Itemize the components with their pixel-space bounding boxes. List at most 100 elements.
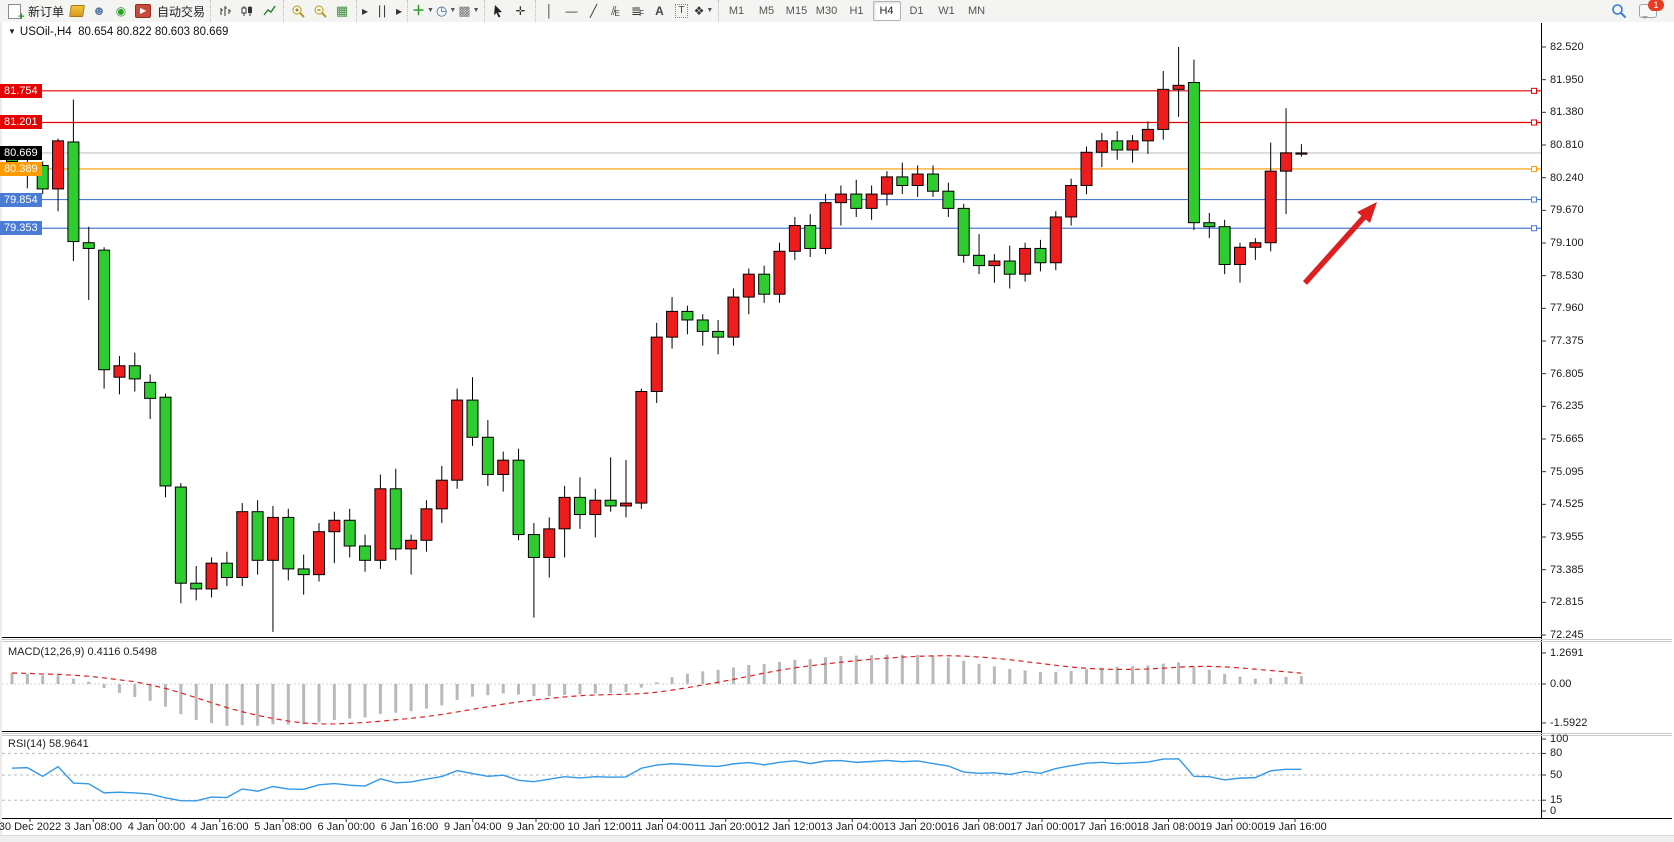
text-icon: A [655,2,664,20]
new-order-label[interactable]: 新订单 [28,3,64,20]
periods-button[interactable]: ◷▼ [436,2,456,20]
chart-canvas[interactable] [0,22,1674,841]
timeframe-button-d1[interactable]: D1 [903,1,931,21]
price-tag-80.669: 80.669 [0,146,42,160]
candle [252,512,263,561]
candle [421,509,432,540]
candle [1235,247,1246,264]
text-label-button[interactable]: T [672,2,692,20]
candle [145,382,156,398]
macd-axis-label: -1.5922 [1550,717,1587,729]
vertical-line-icon: │ [546,2,554,20]
zoom-out-button[interactable] [310,2,330,20]
time-axis-label: 19 Jan 16:00 [1263,821,1327,833]
price-axis-label: 72.245 [1550,629,1584,641]
bar-chart-button[interactable] [215,2,235,20]
timeframe-button-m30[interactable]: M30 [813,1,841,21]
auto-scroll-button[interactable]: ▸⎹ [361,2,381,20]
timeframe-button-w1[interactable]: W1 [933,1,961,21]
zoom-in-button[interactable] [288,2,308,20]
price-axis-label: 81.380 [1550,106,1584,118]
rsi-axis-label: 100 [1550,733,1568,745]
hline-handle[interactable] [1532,226,1537,231]
timeframe-button-m5[interactable]: M5 [753,1,781,21]
price-axis-label: 73.385 [1550,564,1584,576]
new-order-button[interactable]: + [4,2,24,20]
candle [1020,248,1031,274]
search-button[interactable] [1609,2,1629,20]
notification-badge: 1 [1648,0,1664,11]
toolbar-group-trade: + 新订单 ☻ ◉ ▶ 自动交易 [0,0,210,22]
rsi-axis-label: 0 [1550,805,1556,817]
candle [1127,141,1138,150]
price-tag-80.389: 80.389 [0,162,42,176]
time-axis-label: 19 Jan 00:00 [1200,821,1264,833]
book-icon [69,5,85,17]
candle [1004,261,1015,274]
market-book-button[interactable] [67,2,87,20]
candle [1158,89,1169,129]
toolbar-group-chart-type [210,0,283,22]
horizontal-line-icon: — [566,2,578,20]
trendline-button[interactable]: ╱ [584,2,604,20]
candle [651,337,662,391]
hline-handle[interactable] [1532,120,1537,125]
main-toolbar: + 新订单 ☻ ◉ ▶ 自动交易 ▦ ▸⎹ ⎸▸ ＋▼ ◷▼ ▩▼ ✛ │ — … [0,0,1674,23]
toolbar-group-scroll: ▸⎹ ⎸▸ [356,0,407,22]
hline-handle[interactable] [1532,166,1537,171]
notifications-button[interactable]: 1 [1638,2,1658,20]
candle [1081,152,1092,185]
cursor-button[interactable] [489,2,509,20]
autotrading-label[interactable]: 自动交易 [157,3,205,20]
chart-shift-button[interactable]: ⎸▸ [383,2,403,20]
rsi-axis-label: 50 [1550,769,1562,781]
crosshair-icon: ✛ [515,2,525,20]
timeframe-button-m15[interactable]: M15 [783,1,811,21]
tile-windows-button[interactable]: ▦ [332,2,352,20]
search-icon [1611,3,1627,19]
timeframe-button-h1[interactable]: H1 [843,1,871,21]
tile-windows-icon: ▦ [336,2,348,20]
candle [989,261,1000,266]
hline-handle[interactable] [1532,197,1537,202]
time-axis-label: 10 Jan 12:00 [567,821,631,833]
crosshair-button[interactable]: ✛ [511,2,531,20]
candle [1188,82,1199,222]
timeframe-button-mn[interactable]: MN [963,1,991,21]
timeframe-button-h4[interactable]: H4 [873,1,901,21]
candlestick-chart-button[interactable] [237,2,257,20]
candle [83,243,94,249]
candle [713,331,724,337]
time-axis-label: 13 Jan 20:00 [884,821,948,833]
time-axis-label: 30 Dec 2022 [0,821,61,833]
candle [897,177,908,186]
time-axis-label: 3 Jan 08:00 [65,821,123,833]
equidistant-channel-button[interactable]: ⫽E [606,2,626,20]
candle [406,540,417,549]
horizontal-line-button[interactable]: — [562,2,582,20]
user-icon: ☻ [92,2,106,20]
timeframe-button-m1[interactable]: M1 [723,1,751,21]
arrows-button[interactable]: ❖▼ [694,2,714,20]
vertical-line-button[interactable]: │ [540,2,560,20]
candle [805,226,816,249]
autotrading-button[interactable]: ▶ [133,2,153,20]
time-axis-label: 6 Jan 00:00 [318,821,376,833]
candle [53,141,64,189]
time-axis-label: 18 Jan 08:00 [1137,821,1201,833]
rsi-label: RSI(14) 58.9641 [8,738,89,750]
indicators-button[interactable]: ＋▼ [412,2,434,20]
signals-button[interactable]: ◉ [111,2,131,20]
fibonacci-button[interactable]: ≣F [628,2,648,20]
candle [482,437,493,474]
arrows-icon: ❖ [694,2,705,20]
line-chart-button[interactable] [259,2,279,20]
candle [206,563,217,589]
candle [835,194,846,203]
symbol-dropdown-icon[interactable]: ▼ [8,27,16,36]
price-axis-label: 76.805 [1550,368,1584,380]
templates-button[interactable]: ▩▼ [458,2,479,20]
hline-handle[interactable] [1532,88,1537,93]
community-button[interactable]: ☻ [89,2,109,20]
text-tool-button[interactable]: A [650,2,670,20]
